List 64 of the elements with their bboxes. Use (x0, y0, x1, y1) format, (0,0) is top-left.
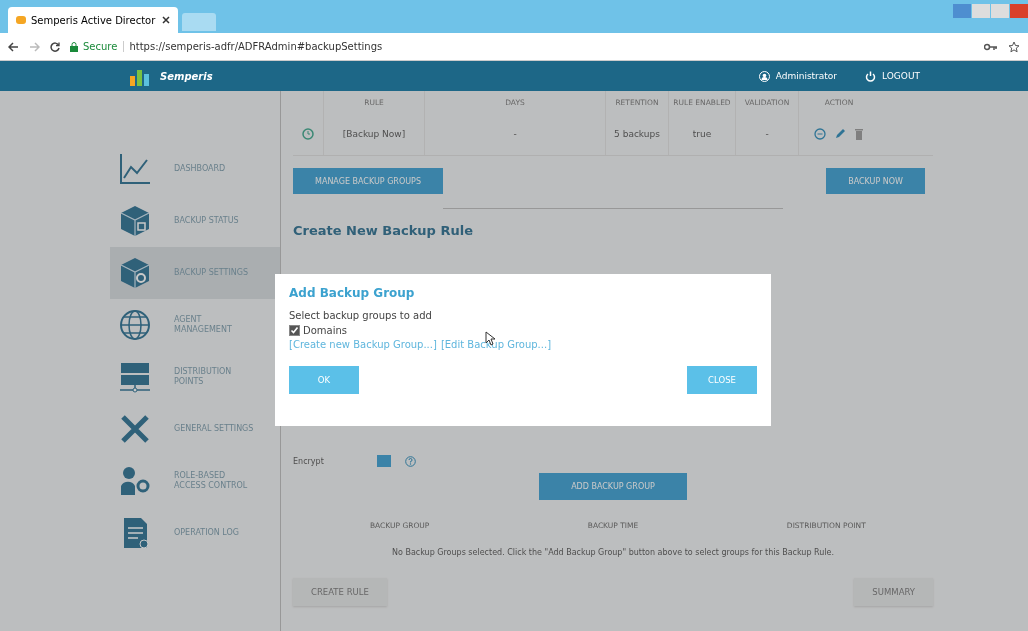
table-cell: - (424, 113, 605, 155)
table-cell: [Backup Now] (323, 113, 424, 155)
key-icon[interactable] (984, 42, 998, 51)
table-cell: 5 backups (605, 113, 668, 155)
summary-button[interactable]: SUMMARY (854, 578, 933, 606)
close-button[interactable]: CLOSE (687, 366, 757, 394)
back-icon[interactable] (8, 41, 19, 52)
user-name[interactable]: Administrator (775, 71, 838, 81)
site-icon (16, 16, 26, 24)
lock-icon (70, 41, 78, 52)
sidebar-label: DISTRIBUTION POINTS (174, 366, 233, 388)
sidebar-label: BACKUP STATUS (174, 215, 240, 227)
dialog-link[interactable]: [Edit Backup Group...] (440, 339, 552, 350)
sidebar-item[interactable]: GENERAL SETTINGS (110, 403, 280, 455)
toggle-switch[interactable] (377, 455, 391, 467)
tab-title: Semperis Active Director (31, 14, 157, 26)
url-text: https://semperis-adfr/ADFRAdmin#backupSettings (129, 41, 383, 52)
checkbox[interactable] (289, 325, 300, 336)
dialog-title: Add Backup Group (289, 286, 416, 300)
sidebar-label: ROLE-BASED ACCESS CONTROL (174, 470, 249, 492)
secure-label: Secure (83, 41, 125, 52)
empty-message: No Backup Groups selected. Click the "Add Backup Group" button above to select groups for this Backup Rule. (391, 548, 835, 557)
sidebar-item[interactable]: ROLE-BASED ACCESS CONTROL (110, 455, 280, 507)
reload-icon[interactable] (50, 41, 60, 52)
address-bar[interactable]: Secure https://semperis-adfr/ADFRAdmin#backupSettings (70, 36, 974, 57)
sidebar-item[interactable]: BACKUP STATUS (110, 195, 280, 247)
sidebar-item[interactable]: OPERATION LOG (110, 507, 280, 559)
sidebar-label: GENERAL SETTINGS (174, 423, 254, 435)
help-icon[interactable] (405, 455, 416, 467)
user-key-icon (118, 464, 152, 498)
sidebar-item[interactable]: DISTRIBUTION POINTS (110, 351, 280, 403)
dialog-link[interactable]: [Create new Backup Group...] (289, 339, 437, 350)
sidebar-label: AGENT MANAGEMENT (174, 314, 233, 336)
edit-icon[interactable] (834, 128, 846, 140)
manage-backup-groups-button[interactable]: MANAGE BACKUP GROUPS (293, 168, 443, 194)
power-icon[interactable] (865, 70, 877, 82)
ok-button[interactable]: OK (289, 366, 359, 394)
sidebar-label: OPERATION LOG (174, 527, 240, 539)
trash-icon[interactable] (854, 128, 864, 140)
dialog-prompt: Select backup groups to add (289, 310, 433, 321)
brand-name: Semperis (160, 70, 213, 82)
sidebar-item[interactable]: BACKUP SETTINGS (110, 247, 280, 299)
globe-icon (118, 308, 152, 342)
forward-icon[interactable] (29, 41, 40, 52)
table-cell: true (668, 113, 735, 155)
browser-tab[interactable]: Semperis Active Director (8, 7, 178, 33)
box-icon (118, 204, 152, 238)
sidebar-item[interactable]: DASHBOARD (110, 143, 280, 195)
backup-now-button[interactable]: BACKUP NOW (826, 168, 925, 194)
table-cell: - (735, 113, 798, 155)
box-gear-icon (118, 256, 152, 290)
logout-link[interactable]: LOGOUT (882, 71, 920, 81)
sidebar-label: DASHBOARD (174, 163, 227, 175)
clock-icon[interactable] (302, 128, 314, 140)
server-icon (118, 360, 152, 394)
bookmark-star-icon[interactable] (1008, 40, 1020, 53)
add-backup-group-button[interactable]: ADD BACKUP GROUP (539, 473, 687, 500)
sidebar-label: BACKUP SETTINGS (174, 267, 250, 279)
option-label: Encrypt (293, 456, 325, 466)
line-chart-icon (118, 152, 152, 186)
sidebar-item[interactable]: AGENT MANAGEMENT (110, 299, 280, 351)
checkbox-label: Domains (303, 325, 347, 336)
create-rule-button[interactable]: CREATE RULE (293, 578, 387, 606)
section-title: Create New Backup Rule (293, 223, 474, 238)
